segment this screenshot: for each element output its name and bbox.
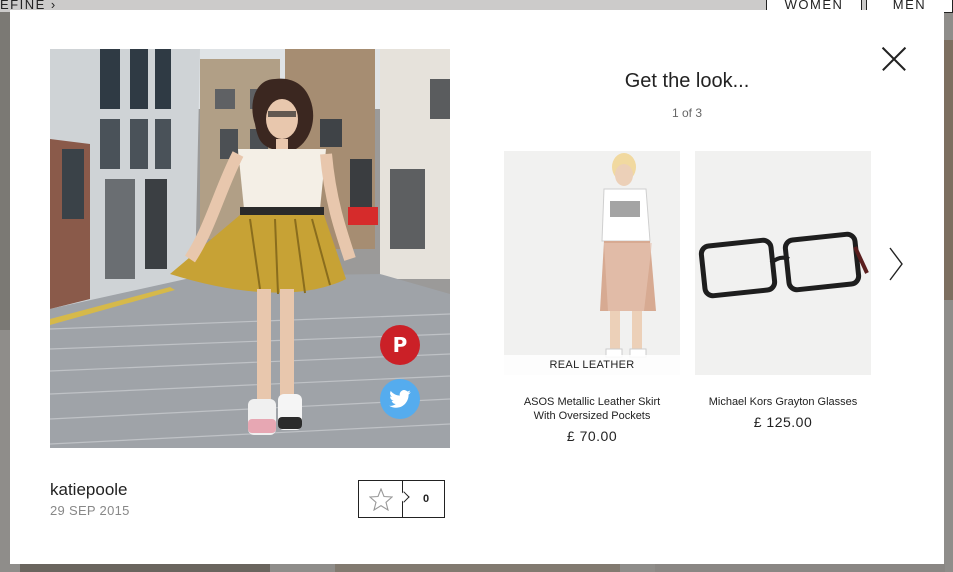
product-image[interactable]	[695, 151, 871, 375]
like-count: 0	[422, 493, 430, 505]
author-name[interactable]: katiepoole	[50, 480, 128, 500]
product-name[interactable]: Michael Kors Grayton Glasses	[695, 395, 871, 409]
chevron-right-icon[interactable]	[888, 246, 904, 282]
product-price: £ 70.00	[566, 428, 618, 444]
pinterest-share-button[interactable]: P	[380, 325, 420, 365]
product-card[interactable]: REAL LEATHER ASOS Metallic Leather Skirt…	[504, 151, 680, 444]
pinterest-icon: P	[392, 333, 408, 357]
close-icon[interactable]	[882, 47, 906, 71]
star-icon	[359, 481, 402, 517]
product-price: £ 125.00	[753, 414, 813, 430]
get-the-look-title: Get the look...	[624, 70, 750, 92]
get-the-look-modal: P katiepoole 29 SEP 2015 0 Get the look.…	[10, 10, 944, 564]
like-button[interactable]: 0	[358, 480, 445, 518]
product-card[interactable]: Michael Kors Grayton Glasses £ 125.00	[695, 151, 871, 430]
product-name[interactable]: ASOS Metallic Leather Skirt With Oversiz…	[504, 395, 680, 423]
carousel-pager: 1 of 3	[671, 106, 703, 120]
twitter-icon	[389, 390, 411, 408]
product-badge: REAL LEATHER	[504, 355, 680, 375]
twitter-share-button[interactable]	[380, 379, 420, 419]
post-date: 29 SEP 2015	[50, 503, 130, 518]
product-image[interactable]: REAL LEATHER	[504, 151, 680, 375]
